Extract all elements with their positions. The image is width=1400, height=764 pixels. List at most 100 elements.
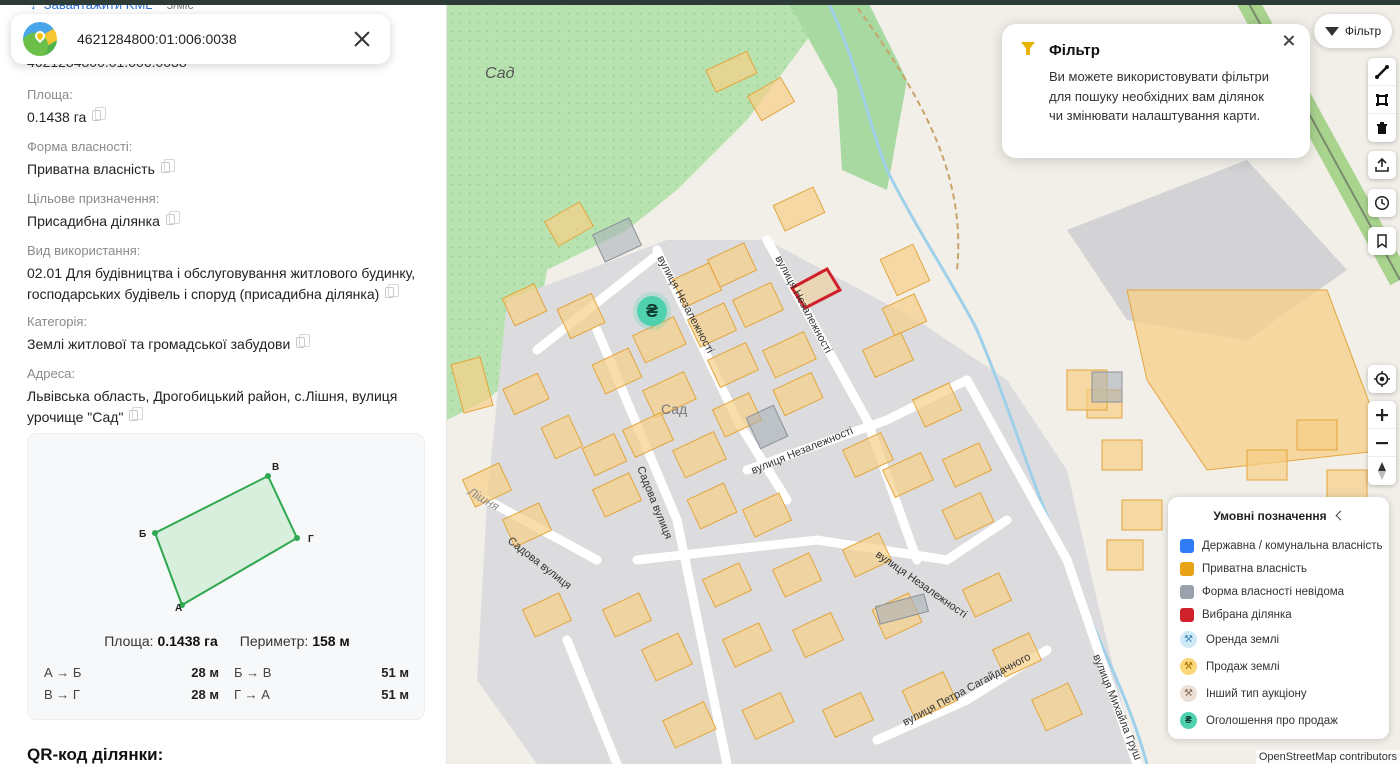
parcel — [1296, 419, 1338, 451]
filter-button-label: Фільтр — [1344, 24, 1382, 38]
legend-item: Приватна власність — [1180, 562, 1307, 576]
side-row: Б → В 51 м — [234, 665, 409, 685]
map-legend: Умовні позначення Державна / комунальна … — [1168, 497, 1389, 739]
field-purpose: Цільове призначення: Присадибна ділянка — [27, 190, 427, 232]
vertex-label-b: Б — [139, 529, 146, 540]
trash-icon — [1377, 122, 1387, 134]
area-metric-value: 0.1438 га — [157, 633, 218, 649]
parcel — [1246, 449, 1288, 481]
sale-auction-icon: ⚒ — [1180, 658, 1197, 675]
map-label-sad-center: Сад — [661, 401, 687, 417]
vertex-label-h: Г — [308, 534, 314, 545]
legend-item-label: Приватна власність — [1202, 563, 1308, 575]
field-ownership-label: Форма власності: — [27, 139, 133, 154]
draw-polygon-button[interactable] — [1368, 86, 1396, 114]
area-metric-label: Площа: — [104, 633, 154, 649]
copy-icon[interactable] — [385, 284, 400, 298]
lease-icon: ⚒ — [1180, 631, 1197, 648]
bookmark-button[interactable] — [1368, 227, 1396, 255]
search-input[interactable]: 4621284800:01:006:0038 — [77, 31, 350, 47]
vertex-label-v: В — [272, 462, 279, 473]
close-icon[interactable] — [350, 27, 374, 51]
side-name: Г → А — [234, 687, 270, 702]
hryvnia-icon: ₴ — [1180, 712, 1197, 729]
legend-item-label: Інший тип аукціону — [1206, 687, 1307, 700]
side-name: Б → В — [234, 665, 272, 680]
legend-swatch — [1180, 585, 1194, 599]
draw-line-button[interactable] — [1368, 58, 1396, 86]
delete-drawing-button[interactable] — [1368, 114, 1396, 142]
parcel — [1326, 469, 1368, 501]
parcel — [772, 186, 826, 232]
copy-icon[interactable] — [129, 407, 144, 421]
chevron-left-icon[interactable] — [1335, 510, 1346, 521]
filter-icon — [1021, 42, 1035, 55]
line-icon — [1375, 64, 1389, 79]
filter-tooltip-body: Ви можете використовувати фільтри для по… — [1049, 69, 1269, 123]
zoom-control — [1368, 401, 1396, 485]
top-strip — [0, 0, 1400, 5]
field-address-label: Адреса: — [27, 366, 76, 381]
field-usage-label: Вид використання: — [27, 243, 141, 258]
bookmark-icon — [1377, 234, 1387, 249]
legend-item: Державна / комунальна власність — [1180, 539, 1382, 553]
copy-icon[interactable] — [160, 159, 175, 173]
copy-icon[interactable] — [92, 107, 107, 121]
side-value: 28 м — [191, 687, 219, 702]
field-ownership: Форма власності: Приватна власність — [27, 138, 427, 180]
geolocate-control — [1368, 365, 1396, 393]
parcel — [1106, 539, 1144, 571]
parcel-polygon — [153, 474, 299, 607]
map-canvas[interactable]: Сад Сад Лішня вулиця Незалежності вулиця… — [447, 0, 1400, 764]
vertex-dot — [265, 473, 271, 479]
parcel-shape-diagram: Б В Г А — [139, 462, 314, 614]
bookmark-control — [1368, 227, 1396, 255]
history-button[interactable] — [1368, 189, 1396, 217]
export-button[interactable] — [1368, 151, 1396, 179]
geolocate-button[interactable] — [1368, 365, 1396, 393]
target-icon — [1374, 371, 1390, 387]
parcel-shape-card: Б В Г А Площа: 0.1438 га Периметр: 158 м … — [27, 433, 425, 720]
field-usage: Вид використання: 02.01 Для будівництва … — [27, 242, 427, 305]
legend-item-label: Форма власності невідома — [1202, 586, 1345, 598]
side-row: А → Б 28 м — [44, 665, 219, 685]
export-control — [1368, 151, 1396, 179]
other-auction-icon: ⚒ — [1180, 685, 1197, 702]
zoom-out-button[interactable] — [1368, 429, 1396, 457]
legend-swatch — [1180, 608, 1194, 622]
filter-tooltip-title: Фільтр — [1049, 42, 1100, 59]
map-label-sad-top: Сад — [485, 65, 515, 82]
legend-item: ⚒ Продаж землі — [1180, 658, 1280, 675]
field-area: Площа: 0.1438 га — [27, 86, 427, 128]
vertex-dot — [294, 535, 300, 541]
zoom-in-button[interactable] — [1368, 401, 1396, 429]
perimeter-label: Периметр: — [239, 633, 309, 649]
parcel — [1101, 439, 1143, 471]
cadastral-search-box[interactable]: 4621284800:01:006:0038 — [11, 14, 390, 64]
field-usage-value: 02.01 Для будівництва і обслуговування ж… — [27, 265, 416, 302]
field-purpose-label: Цільове призначення: — [27, 191, 160, 206]
vertex-label-a: А — [175, 603, 182, 614]
field-area-value: 0.1438 га — [27, 109, 87, 125]
filter-button[interactable]: Фільтр — [1314, 14, 1392, 48]
qr-section-title: QR-код ділянки: — [27, 745, 164, 764]
legend-item: Вибрана ділянка — [1180, 608, 1292, 622]
polygon-icon — [1376, 93, 1388, 106]
compass-button[interactable] — [1368, 457, 1396, 485]
copy-icon[interactable] — [165, 211, 180, 225]
sale-announcement-marker[interactable]: ₴ — [637, 296, 667, 326]
parcel — [879, 243, 931, 297]
close-icon[interactable] — [1282, 34, 1296, 48]
field-area-label: Площа: — [27, 87, 73, 102]
side-value: 51 м — [381, 687, 409, 702]
side-row: В → Г 28 м — [44, 687, 219, 707]
compass-icon — [1378, 462, 1386, 480]
legend-swatch — [1180, 539, 1194, 553]
side-value: 51 м — [381, 665, 409, 680]
map-attribution[interactable]: OpenStreetMap contributors — [1255, 750, 1400, 764]
legend-swatch — [1180, 562, 1194, 576]
copy-icon[interactable] — [296, 334, 311, 348]
field-ownership-value: Приватна власність — [27, 161, 155, 177]
field-category: Категорія: Землі житлової та громадської… — [27, 313, 427, 355]
legend-header[interactable]: Умовні позначення — [1168, 509, 1389, 523]
